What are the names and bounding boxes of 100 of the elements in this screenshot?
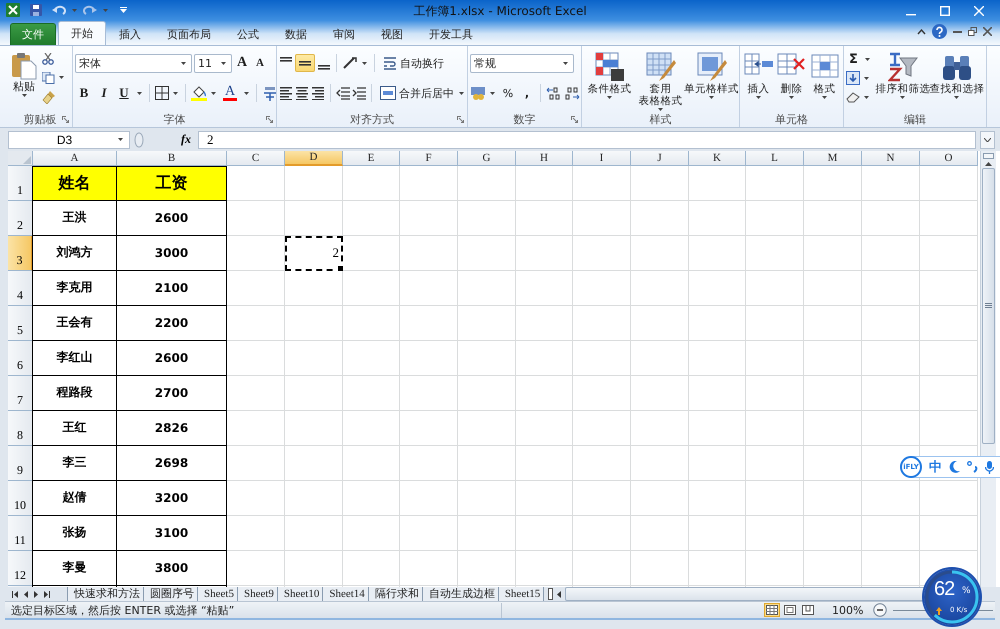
ribbon-tab[interactable]: 视图 [368,23,416,45]
group-label: 数字 [514,112,536,126]
column-header[interactable]: I [573,150,631,166]
row-header[interactable]: 10 [8,480,33,516]
table-cell: 2826 [117,410,227,446]
column-header[interactable]: D [285,150,343,166]
row-header[interactable]: 3 [8,236,33,271]
sheet-tab[interactable]: Sheet15 [498,587,544,602]
row-header[interactable]: 1 [8,166,33,201]
grow-font-button[interactable]: A [234,53,250,73]
ribbon-tab[interactable]: 数据 [272,23,320,45]
row-header[interactable]: 5 [8,306,33,341]
ribbon-tab[interactable]: 页面布局 [154,23,224,45]
italic-button[interactable]: I [95,83,113,103]
table-cell: 王红 [32,410,117,446]
row-header[interactable]: 9 [8,446,33,481]
table-cell: 王洪 [32,200,117,236]
column-header[interactable]: F [400,150,458,166]
comma-button[interactable]: , [519,84,535,102]
column-header[interactable]: J [631,150,689,166]
table-cell: 3100 [117,516,227,551]
font-name-dropdown[interactable]: 宋体 [75,54,192,72]
cells-button[interactable]: 删除 [775,50,808,111]
table-cell: 2600 [117,340,227,376]
row-header[interactable]: 6 [8,340,33,376]
group-label: 剪贴板 [24,112,56,126]
column-header[interactable]: O [920,150,978,166]
style-button[interactable]: 条件格式 [584,50,635,111]
active-cell[interactable]: 2 [285,236,343,271]
cells-button[interactable]: 格式 [808,50,841,111]
editing-button[interactable]: 查找和选择 [930,50,984,111]
column-header[interactable]: L [746,150,804,166]
table-cell: 2600 [117,200,227,236]
ribbon-tab[interactable]: 公式 [224,23,272,45]
sheet-tab[interactable]: Sheet9 [236,587,278,602]
column-header[interactable]: A [33,150,117,166]
underline-button[interactable]: U [115,83,133,103]
row-header[interactable]: 12 [8,550,33,586]
group-label: 样式 [650,112,672,126]
name-box[interactable]: D3 [8,130,130,149]
column-header[interactable]: K [689,150,746,166]
style-button[interactable]: 单元格样式 [686,50,737,111]
wrap-text-button[interactable]: 自动换行 [380,54,447,72]
table-cell: 李克用 [32,270,117,306]
row-header[interactable]: 2 [8,200,33,236]
sheet-tab[interactable]: 隔行求和 [368,587,423,602]
ribbon-tab[interactable]: 审阅 [320,23,368,45]
shrink-font-button[interactable]: A [252,55,268,71]
column-header[interactable]: E [343,150,400,166]
ribbon-tab[interactable]: 开发工具 [416,23,486,45]
sheet-tab[interactable]: 自动生成边框 [422,587,499,602]
row-header[interactable]: 4 [8,270,33,306]
group-label: 对齐方式 [350,112,394,126]
table-cell: 张扬 [32,516,117,551]
header-cell: 姓名 [32,166,117,201]
paste-button[interactable]: 粘贴 [10,50,38,111]
table-cell: 2200 [117,306,227,341]
table-cell: 李红山 [32,340,117,376]
row-header[interactable]: 8 [8,410,33,446]
row-header[interactable]: 7 [8,376,33,411]
zoom-level[interactable]: 100% [832,604,864,617]
percent-button[interactable]: % [499,84,517,102]
sheet-tab[interactable]: Sheet5 [197,587,238,602]
number-format-dropdown[interactable]: 常规 [470,54,574,72]
row-header[interactable]: 11 [8,516,33,551]
input-mode-toggle[interactable]: 中 [929,458,942,476]
insert-function-button[interactable]: fx [178,132,194,148]
column-header[interactable]: M [804,150,862,166]
column-header[interactable]: C [227,150,285,166]
column-header[interactable]: B [117,150,227,166]
group-label: 编辑 [904,112,926,126]
table-cell: 李曼 [32,550,117,586]
group-label: 单元格 [775,112,808,126]
font-size-dropdown[interactable]: 11 [194,54,232,72]
ribbon-tab[interactable]: 插入 [106,23,154,45]
window-title: 工作簿1.xlsx - Microsoft Excel [413,4,587,18]
sheet-tab[interactable]: Sheet14 [322,587,369,602]
column-header[interactable]: N [862,150,920,166]
formula-input[interactable]: 2 [198,130,976,149]
table-cell: 王会有 [32,306,117,341]
ribbon-tab[interactable]: 开始 [58,21,106,45]
table-cell: 3000 [117,236,227,271]
sheet-tab[interactable]: Sheet10 [276,587,324,602]
cells-button[interactable]: 插入 [742,50,775,111]
column-header[interactable]: H [516,150,573,166]
font-color-button[interactable]: A [220,84,240,102]
autosum-button[interactable]: Σ [846,50,861,68]
file-tab[interactable]: 文件 [10,23,56,45]
status-message: 选定目标区域，然后按 ENTER 或选择 “粘贴” [11,602,502,618]
column-header[interactable]: G [458,150,516,166]
header-cell: 工资 [117,166,227,201]
table-cell: 3800 [117,550,227,586]
editing-button[interactable]: 排序和筛选 [876,50,930,111]
bold-button[interactable]: B [75,83,93,103]
sheet-tab[interactable]: 快速求和方法 [67,587,144,602]
merge-center-button[interactable]: 合并后居中 [377,84,467,102]
sheet-tab[interactable]: 圆圈序号 [143,587,198,602]
group-label: 字体 [164,112,186,126]
percent-unit: % [962,586,971,596]
table-cell: 李三 [32,446,117,481]
